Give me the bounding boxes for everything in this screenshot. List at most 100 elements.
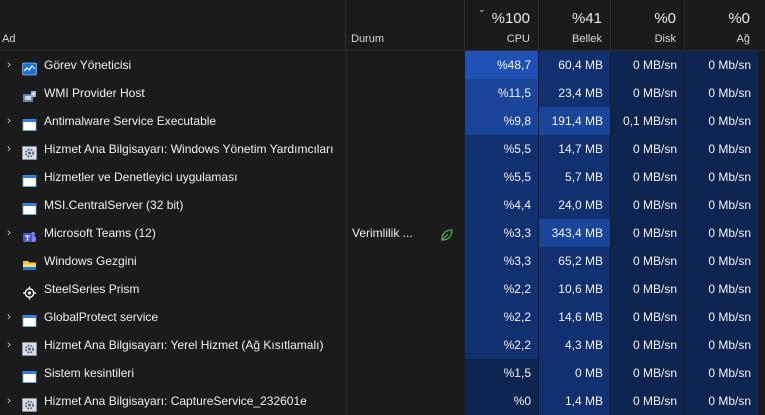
svg-text:T: T [25,234,30,242]
process-status: Verimlilik ... [352,226,413,240]
column-header-name[interactable]: Ad [0,0,346,50]
expand-chevron-icon[interactable]: › [4,51,14,79]
process-disk: 0 MB/sn [611,359,684,387]
process-cpu: %2,2 [465,275,538,303]
expand-chevron-icon[interactable]: › [4,303,14,331]
process-memory: 4,3 MB [539,331,610,359]
process-memory: 10,6 MB [539,275,610,303]
process-name: Hizmet Ana Bilgisayarı: Windows Yönetim … [44,142,334,156]
process-disk: 0 MB/sn [611,247,684,275]
process-network: 0 Mb/sn [685,303,758,331]
expand-chevron-icon[interactable]: › [4,331,14,359]
process-cpu: %4,4 [465,191,538,219]
process-cpu: %48,7 [465,51,538,79]
disk-label: Disk [654,33,676,45]
task-manager-icon [22,58,37,76]
process-row[interactable]: Sistem kesintileri %1,5 0 MB 0 MB/sn 0 Mb/sn [0,359,765,387]
process-network: 0 Mb/sn [685,359,758,387]
process-row[interactable]: Windows Gezgini %3,3 65,2 MB 0 MB/sn 0 Mb/sn [0,247,765,275]
process-disk: 0 MB/sn [611,79,684,107]
process-name: Görev Yöneticisi [44,58,132,72]
process-memory: 23,4 MB [539,79,610,107]
process-row[interactable]: Hizmetler ve Denetleyici uygulaması %5,5 5… [0,163,765,191]
process-row[interactable]: › T Microsoft Teams (12) Verimlilik ... %3,3… [0,219,765,247]
expand-chevron-icon[interactable]: › [4,135,14,163]
service-gear-icon [22,394,37,412]
process-network: 0 Mb/sn [685,275,758,303]
wmi-host-icon [22,86,37,102]
window-app-icon [22,366,37,383]
process-name-cell: MSI.CentralServer (32 bit) [0,191,346,219]
process-memory: 5,7 MB [539,163,610,191]
process-name-cell: WMI Provider Host [0,79,346,107]
process-name-cell: Sistem kesintileri [0,359,346,387]
efficiency-leaf-icon [439,225,455,241]
expand-chevron-icon[interactable]: › [4,219,14,247]
sort-descending-icon: ⌄ [478,4,486,14]
column-header-cpu[interactable]: ⌄ %100 CPU [465,0,538,50]
process-row[interactable]: › GlobalProtect service %2,2 14,6 MB 0 MB/sn… [0,303,765,331]
process-name: Antimalware Service Executable [44,114,217,128]
column-header-disk[interactable]: %0 Disk [611,0,684,50]
process-memory: 65,2 MB [539,247,610,275]
process-network: 0 Mb/sn [685,79,758,107]
process-network: 0 Mb/sn [685,135,758,163]
process-row[interactable]: › Görev Yöneticisi %48,7 60,4 MB 0 MB/sn 0 Mb… [0,51,765,79]
process-network: 0 Mb/sn [685,331,758,359]
process-status-cell [346,163,464,191]
process-name: Windows Gezgini [44,254,137,268]
process-name-cell: › Hizmet Ana Bilgisayarı: Windows Yönetim… [0,135,346,163]
column-header-status[interactable]: Durum [346,0,464,50]
process-status-cell [346,275,464,303]
network-label: Ağ [736,33,750,45]
process-row[interactable]: SteelSeries Prism %2,2 10,6 MB 0 MB/sn 0 Mb/… [0,275,765,303]
column-header-memory[interactable]: %41 Bellek [539,0,610,50]
disk-total: %0 [654,10,676,27]
column-header-name-label: Ad [2,33,16,45]
process-cpu: %2,2 [465,303,538,331]
expand-chevron-icon[interactable]: › [4,107,14,135]
process-name-cell: SteelSeries Prism [0,275,346,303]
network-total: %0 [728,10,750,27]
process-disk: 0 MB/sn [611,163,684,191]
window-app-icon [22,170,37,187]
scrollbar[interactable] [758,51,765,411]
process-cpu: %5,5 [465,163,538,191]
service-gear-icon [22,338,37,356]
process-network: 0 Mb/sn [685,247,758,275]
process-row[interactable]: › Hizmet Ana Bilgisayarı: Windows Yönetim… [0,135,765,163]
process-network: 0 Mb/sn [685,163,758,191]
process-disk: 0 MB/sn [611,303,684,331]
process-row[interactable]: MSI.CentralServer (32 bit) %4,4 24,0 MB 0 M… [0,191,765,219]
process-status-cell [346,51,464,79]
window-app-icon [22,310,37,327]
process-name: Sistem kesintileri [44,366,135,380]
process-disk: 0 MB/sn [611,191,684,219]
process-status-cell: Verimlilik ... [346,219,464,247]
process-status-cell [346,303,464,331]
process-memory: 14,7 MB [539,135,610,163]
process-name-cell: Windows Gezgini [0,247,346,275]
process-name-cell: › Hizmet Ana Bilgisayarı: Yerel Hizmet (A… [0,331,346,359]
process-row[interactable]: WMI Provider Host %11,5 23,4 MB 0 MB/sn 0 Mb… [0,79,765,107]
process-name-cell: › Görev Yöneticisi [0,51,346,79]
process-row[interactable]: › Antimalware Service Executable %9,8 191,4… [0,107,765,135]
process-name-cell: Hizmetler ve Denetleyici uygulaması [0,163,346,191]
process-memory: 14,6 MB [539,303,610,331]
process-cpu: %1,5 [465,359,538,387]
process-status-cell [346,107,464,135]
process-memory: 0 MB [539,359,610,387]
process-memory: 24,0 MB [539,191,610,219]
process-status-cell [346,331,464,359]
process-row[interactable]: › Hizmet Ana Bilgisayarı: Yerel Hizmet (A… [0,331,765,359]
column-header-bar: Ad Durum ⌄ %100 CPU %41 Bellek %0 Disk %… [0,0,765,51]
memory-total: %41 [571,10,602,27]
process-cpu: %3,3 [465,219,538,247]
process-disk: 0,1 MB/sn [611,107,684,135]
column-header-status-label: Durum [351,33,385,45]
column-header-network[interactable]: %0 Ağ [685,0,758,50]
teams-icon: T [22,226,37,242]
process-name-cell: › GlobalProtect service [0,303,346,331]
process-status-cell [346,79,464,107]
process-memory: 191,4 MB [539,107,610,135]
